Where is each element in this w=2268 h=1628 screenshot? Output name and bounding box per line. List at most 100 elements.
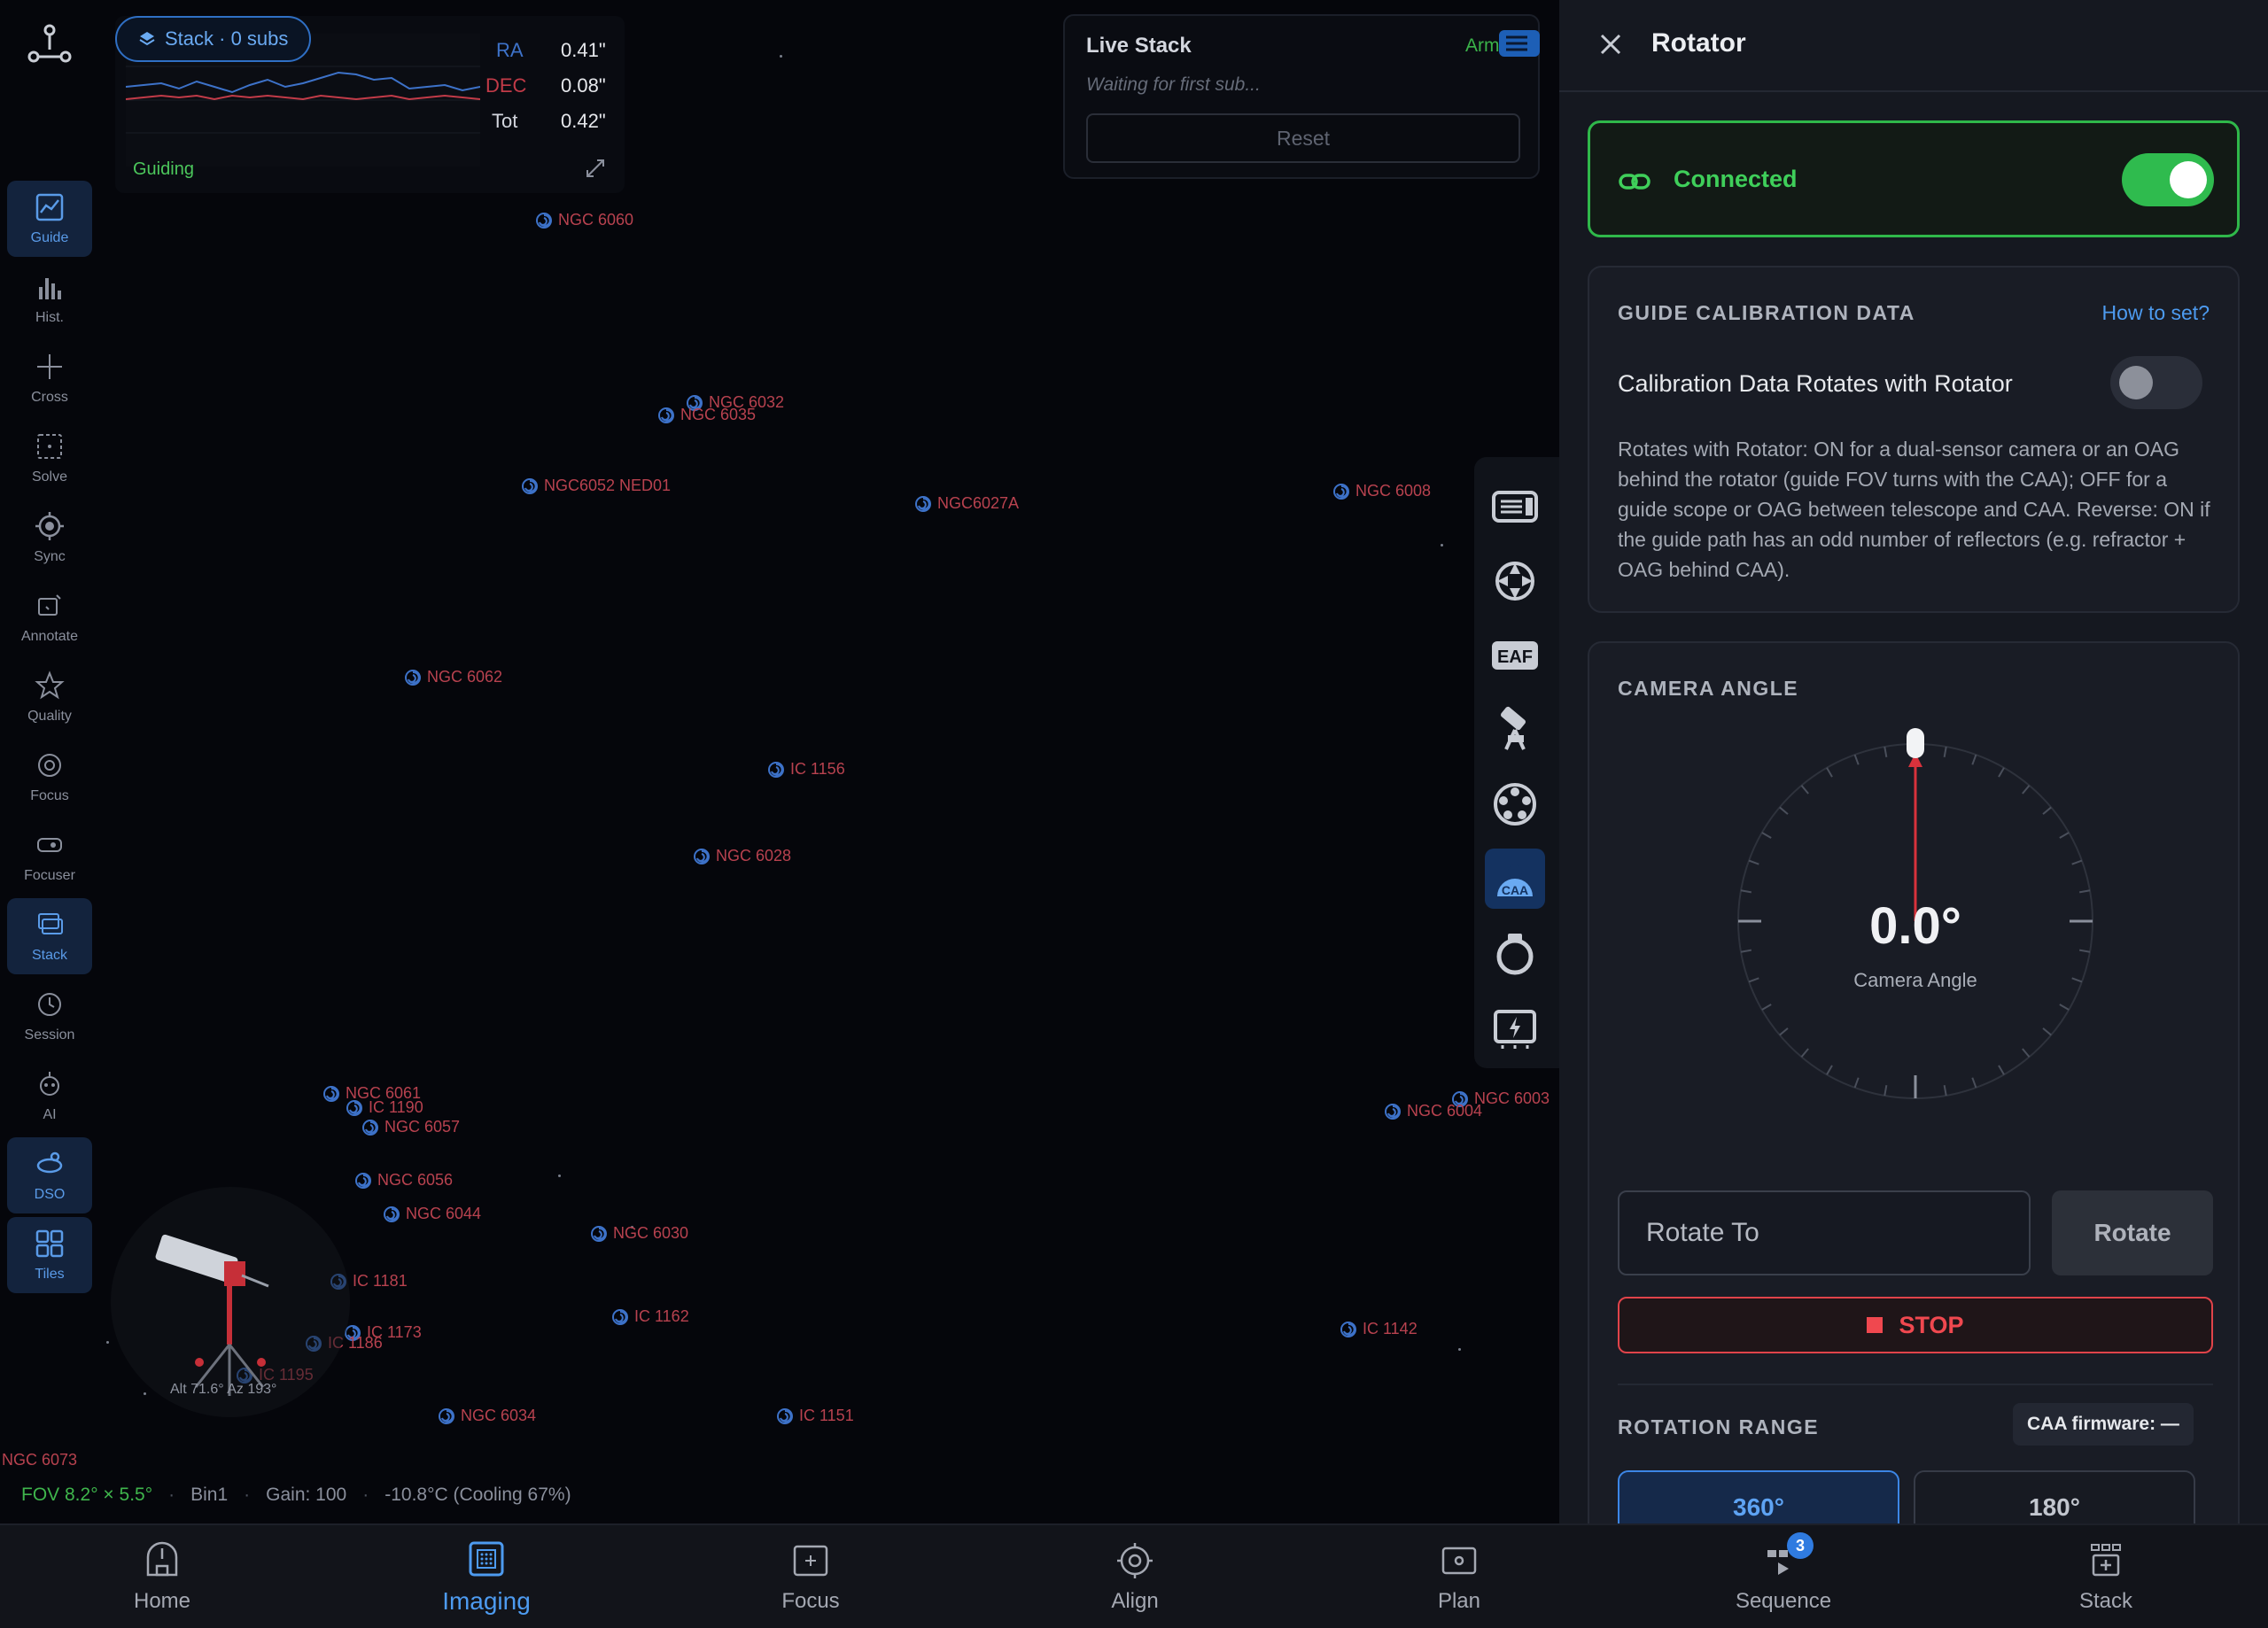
dso-marker[interactable]: NGC6052 NED01 [521, 477, 671, 495]
rail-item-ai[interactable]: AI [7, 1058, 92, 1134]
annotate-icon [38, 594, 61, 616]
bin-readout: Bin1 [190, 1485, 229, 1505]
dso-label: NGC 6035 [680, 406, 757, 423]
dso-marker[interactable]: IC 1190 [346, 1098, 423, 1117]
rail-item-guide[interactable]: Guide [7, 181, 92, 257]
imaging-icon [469, 1541, 504, 1577]
nav-home[interactable]: Home [0, 1525, 324, 1628]
bottom-nav: Home Imaging Focus Align Plan 3 Sequence [0, 1523, 2268, 1628]
stack-icon [38, 913, 63, 934]
rail-item-hist[interactable]: Hist. [7, 260, 92, 337]
dso-marker[interactable]: IC 1162 [611, 1307, 689, 1326]
dso-marker[interactable]: NGC 6030 [590, 1224, 688, 1243]
device-camera-button[interactable] [1485, 477, 1545, 537]
device-telescope-button[interactable] [1485, 700, 1545, 760]
dso-marker[interactable]: NGC 6060 [535, 211, 633, 229]
dso-marker[interactable]: NGC 6034 [438, 1407, 536, 1425]
guide-calibration-card: GUIDE CALIBRATION DATA How to set? Calib… [1588, 266, 2240, 613]
galaxy-icon [439, 1407, 454, 1424]
device-power-button[interactable] [1485, 997, 1545, 1058]
dso-marker[interactable]: NGC6027A [914, 494, 1019, 513]
rail-item-label: Solve [31, 469, 68, 485]
calibration-header: GUIDE CALIBRATION DATA [1618, 301, 1915, 324]
crosshair-icon [37, 354, 62, 379]
rail-item-label: Annotate [20, 629, 79, 644]
range-360-option[interactable]: 360° [1618, 1470, 1899, 1523]
nav-align[interactable]: Align [973, 1525, 1297, 1628]
rail-item-solve[interactable]: Solve [7, 420, 92, 496]
status-bar: FOV 8.2° × 5.5° · Bin1 · Gain: 100 · -10… [0, 1470, 1559, 1520]
connection-toggle[interactable] [2122, 153, 2214, 206]
rail-item-tiles[interactable]: Tiles [7, 1217, 92, 1293]
nav-focus[interactable]: Focus [649, 1525, 973, 1628]
rail-item-cross[interactable]: Cross [7, 340, 92, 416]
dso-label: NGC6052 NED01 [544, 477, 672, 494]
rail-item-focus[interactable]: Focus [7, 739, 92, 815]
rail-item-label: DSO [34, 1187, 66, 1202]
reset-button[interactable]: Reset [1086, 113, 1520, 163]
stack-status-pill[interactable]: Stack · 0 subs [115, 16, 312, 62]
dial-tick [1998, 1065, 2005, 1075]
dso-marker[interactable]: NGC 6035 [657, 406, 756, 424]
dial-tick [1740, 889, 1752, 894]
dso-marker[interactable]: NGC 6028 [693, 847, 791, 865]
dso-label: NGC 6062 [427, 668, 503, 686]
svg-text:CAA: CAA [1502, 883, 1528, 897]
dso-marker[interactable]: NGC 6056 [354, 1171, 453, 1190]
dso-label: NGC 6030 [613, 1224, 689, 1242]
camera-armed-icon[interactable] [1497, 28, 1542, 58]
dial-tick [1800, 1048, 1809, 1058]
nav-plan[interactable]: Plan [1297, 1525, 1621, 1628]
rotate-button[interactable]: Rotate [2052, 1190, 2213, 1275]
dial-tick [1998, 767, 2005, 778]
section-divider [1618, 1384, 2213, 1385]
rail-item-label: Session [24, 1027, 75, 1043]
how-to-set-link[interactable]: How to set? [2102, 301, 2210, 325]
galaxy-icon [362, 1119, 378, 1136]
expand-icon[interactable] [585, 158, 606, 179]
dial-tick [1779, 806, 1789, 815]
rail-item-dso[interactable]: DSO [7, 1137, 92, 1213]
dso-marker[interactable]: NGC 6057 [361, 1118, 460, 1136]
dial-tick [1779, 1027, 1789, 1036]
rail-item-quality[interactable]: Quality [7, 659, 92, 735]
rotate-to-input[interactable] [1618, 1190, 2031, 1275]
rail-item-label: AI [43, 1107, 57, 1122]
rail-item-label: Guide [30, 230, 69, 245]
nav-label: Sequence [1735, 1589, 1832, 1613]
galaxy-icon [694, 848, 710, 864]
dso-marker[interactable]: NGC 6004 [1384, 1102, 1482, 1120]
device-filterwheel-button[interactable] [1485, 774, 1545, 834]
nav-imaging[interactable]: Imaging [324, 1525, 649, 1628]
galaxy-icon [1385, 1103, 1401, 1120]
device-mount-button[interactable] [1485, 551, 1545, 611]
range-180-option[interactable]: 180° [1914, 1470, 2195, 1523]
galaxy-icon [915, 495, 931, 512]
dso-marker[interactable]: IC 1142 [1340, 1320, 1418, 1338]
dso-label: NGC 6034 [461, 1407, 537, 1424]
close-icon[interactable] [1593, 27, 1628, 62]
dso-marker[interactable]: NGC 6008 [1332, 482, 1431, 500]
rail-item-focuser[interactable]: Focuser [7, 818, 92, 895]
dial-handle[interactable] [1907, 728, 1924, 758]
nav-stack[interactable]: Stack [1944, 1525, 2268, 1628]
guide-ra-value: 0.41" [561, 39, 606, 61]
fov-readout: FOV 8.2° × 5.5° [21, 1485, 153, 1505]
rail-item-annotate[interactable]: Annotate [7, 579, 92, 655]
calibration-rotates-toggle[interactable] [2110, 356, 2202, 409]
device-ring-button[interactable] [1485, 923, 1545, 983]
dso-marker[interactable]: NGC 6044 [383, 1205, 481, 1223]
device-caa-button[interactable]: CAA [1485, 849, 1545, 909]
rail-item-session[interactable]: Session [7, 978, 92, 1054]
dso-marker[interactable]: IC 1156 [767, 760, 845, 779]
nav-sequence[interactable]: 3 Sequence [1621, 1525, 1946, 1628]
toggle-knob [2170, 161, 2207, 198]
device-eaf-button[interactable]: EAF [1485, 625, 1545, 686]
dso-marker[interactable]: IC 1151 [776, 1407, 854, 1425]
dso-marker[interactable]: NGC 6062 [404, 668, 502, 686]
rail-item-stack[interactable]: Stack [7, 898, 92, 974]
rail-item-sync[interactable]: Sync [7, 500, 92, 576]
stop-button[interactable]: STOP [1618, 1297, 2213, 1353]
dial-tick [1800, 785, 1809, 795]
ring-icon [1496, 934, 1534, 975]
